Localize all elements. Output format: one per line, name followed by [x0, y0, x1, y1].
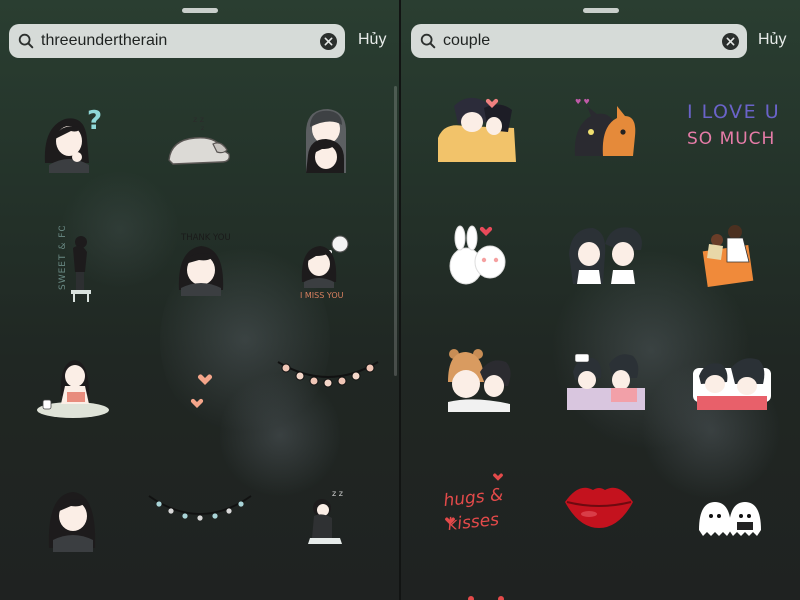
sitting-girl-icon: z z	[308, 489, 343, 544]
sticker-partial[interactable]	[461, 588, 551, 600]
partial-sticker-icon	[468, 596, 504, 600]
svg-text:THANK YOU: THANK YOU	[180, 233, 231, 243]
svg-text:♥ ♥: ♥ ♥	[575, 98, 590, 106]
clear-search-button[interactable]	[722, 32, 739, 50]
bunny-couple-icon	[449, 225, 506, 285]
sweet-and-food-icon: SWEET & FOOD	[58, 208, 91, 302]
sticker-red-lips[interactable]	[559, 466, 639, 556]
sticker-sitting-girl[interactable]: z z	[282, 478, 372, 568]
sticker-sleeping-dog[interactable]: z z z	[155, 104, 245, 194]
sticker-cat-couple[interactable]: ♥ ♥	[561, 86, 651, 176]
floating-hearts-icon	[190, 374, 212, 408]
svg-text:kisses: kisses	[447, 510, 501, 535]
hugs-and-kisses-icon: hugs & kisses	[443, 473, 505, 535]
sticker-floating-hearts[interactable]	[155, 352, 245, 442]
sticker-i-love-u[interactable]: I LOVE U SO MUCH	[679, 86, 779, 176]
search-input[interactable]: couple	[443, 32, 722, 50]
cancel-button[interactable]: Hủy	[358, 31, 386, 49]
svg-text:I LOVE U: I LOVE U	[687, 101, 779, 123]
sticker-carry-couple[interactable]	[687, 214, 777, 304]
sticker-couple-blanket[interactable]	[434, 86, 524, 176]
cancel-button[interactable]: Hủy	[758, 31, 786, 49]
sticker-bear-hat-couple[interactable]	[434, 342, 524, 432]
svg-text:SWEET & FOOD: SWEET & FOOD	[58, 226, 68, 290]
girl-portrait-icon	[48, 492, 96, 552]
couple-nose-touch-icon	[569, 227, 642, 284]
ghost-couple-icon	[699, 502, 761, 536]
svg-text:z z: z z	[193, 115, 204, 124]
sticker-girl-reading[interactable]	[27, 352, 117, 442]
sticker-sweet-and-food[interactable]: SWEET & FOOD	[27, 208, 117, 316]
bed-couple-icon	[567, 353, 645, 410]
close-icon	[324, 37, 333, 45]
search-bar[interactable]: couple	[411, 24, 747, 58]
sticker-hugs-and-kisses[interactable]: hugs & kisses	[434, 466, 524, 556]
sticker-girl-question[interactable]: ?	[27, 97, 117, 187]
svg-text:z z: z z	[332, 489, 343, 498]
girl-question-icon: ?	[44, 106, 102, 173]
svg-text:?: ?	[87, 106, 102, 136]
couple-blanket-icon	[438, 97, 516, 162]
thank-you-girl-icon: THANK YOU	[178, 233, 231, 296]
sleeping-dog-icon: z z z	[168, 115, 231, 165]
sticker-couple-nose-touch[interactable]	[561, 214, 651, 304]
svg-text:SO MUCH: SO MUCH	[687, 129, 775, 149]
svg-text:z: z	[201, 125, 204, 132]
sticker-ghost-couple[interactable]	[687, 478, 777, 568]
svg-text:hugs &: hugs &	[443, 485, 505, 511]
bear-hat-couple-icon	[448, 349, 511, 412]
red-lips-icon	[565, 487, 633, 528]
couple-hug-icon	[306, 109, 346, 173]
sticker-girl-portrait[interactable]	[27, 478, 117, 568]
search-icon	[18, 33, 34, 49]
sticker-bed-couple[interactable]	[561, 342, 651, 432]
sticker-couple-hug[interactable]	[282, 97, 372, 187]
i-love-u-icon: I LOVE U SO MUCH	[687, 101, 779, 149]
sheet-grabber[interactable]	[583, 8, 619, 13]
search-input[interactable]: threeundertherain	[41, 32, 320, 50]
left-sticker-panel: threeundertherain Hủy ? z z z SWEET & FO…	[0, 0, 400, 600]
svg-text:I MISS YOU: I MISS YOU	[300, 291, 344, 300]
heart-garland-icon	[277, 361, 379, 388]
right-sticker-panel: couple Hủy ♥ ♥ I LOVE U SO MUCH hugs & k…	[401, 0, 800, 600]
couple-pillow-icon	[693, 358, 771, 410]
clear-search-button[interactable]	[320, 32, 337, 50]
sticker-bunny-couple[interactable]	[434, 214, 524, 304]
sticker-couple-pillow[interactable]	[687, 342, 777, 432]
cat-couple-icon: ♥ ♥	[574, 98, 636, 156]
light-garland-icon	[148, 495, 252, 521]
sticker-heart-garland[interactable]	[276, 340, 380, 430]
girl-reading-icon	[37, 360, 109, 418]
search-bar[interactable]: threeundertherain	[9, 24, 345, 58]
i-miss-you-girl-icon: I MISS YOU	[300, 235, 349, 300]
carry-couple-icon	[702, 225, 754, 288]
sticker-i-miss-you-girl[interactable]: I MISS YOU	[282, 226, 372, 316]
search-icon	[420, 33, 436, 49]
sheet-grabber[interactable]	[182, 8, 218, 13]
sticker-thank-you-girl[interactable]: THANK YOU	[155, 226, 245, 316]
scrollbar[interactable]	[394, 86, 397, 376]
close-icon	[726, 37, 735, 45]
sticker-light-garland[interactable]	[145, 478, 255, 568]
